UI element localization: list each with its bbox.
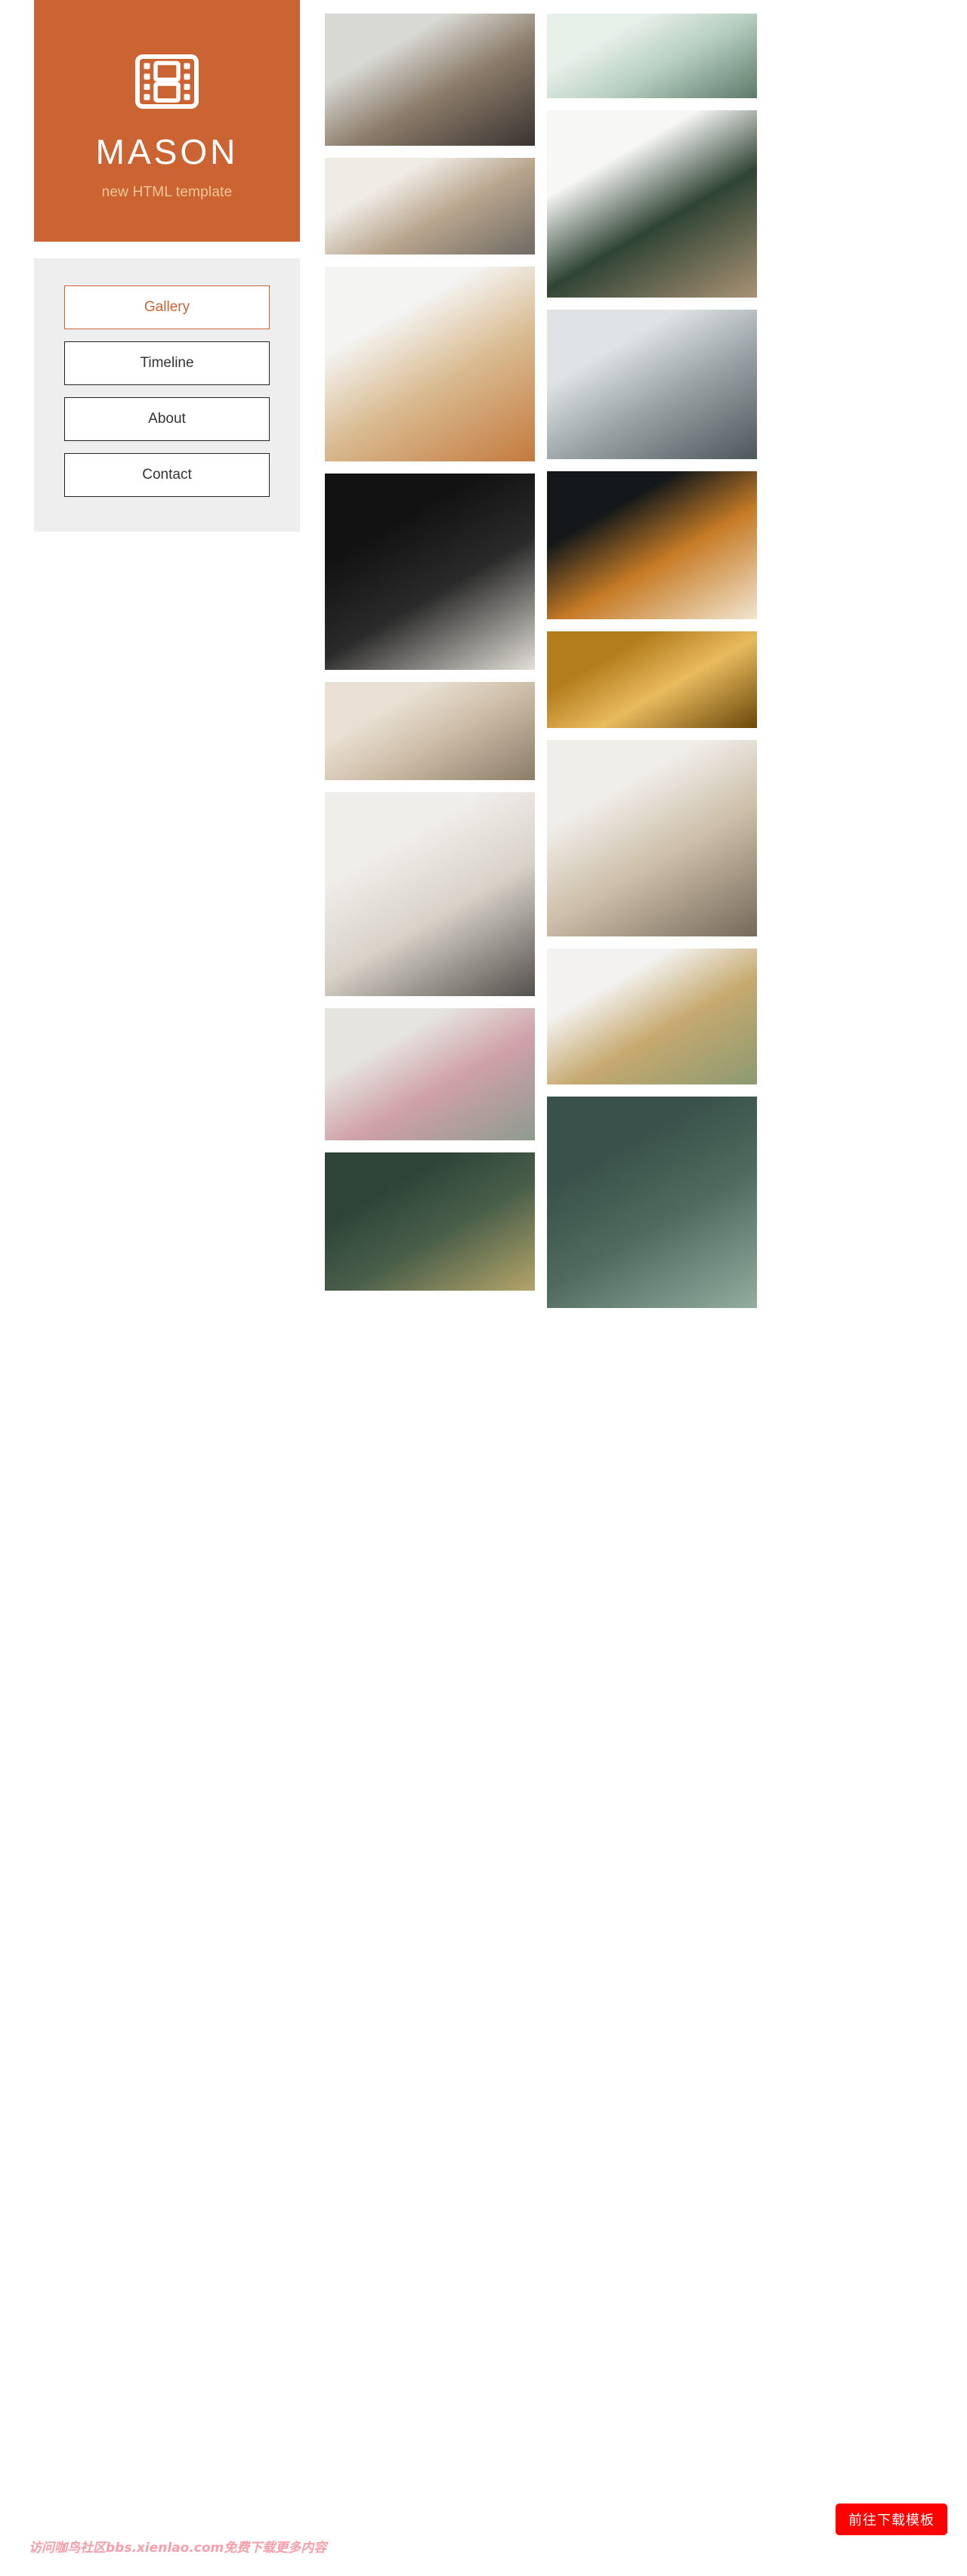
main-navigation: Gallery Timeline About Contact — [34, 258, 300, 532]
site-watermark: 访问咖鸟社区bbs.xienlao.com免费下载更多内容 — [29, 2541, 327, 2556]
gallery-item-succulent-field-closeup[interactable] — [547, 1097, 757, 1308]
gallery-item-golden-bokeh-figures[interactable] — [547, 631, 757, 728]
gallery-image-photo-wall-dining-room — [547, 740, 757, 936]
gallery-image-white-rose-dark — [325, 474, 535, 670]
gallery-item-coffee-shop-jars[interactable] — [325, 14, 535, 146]
gallery-item-office-meeting-room[interactable] — [547, 310, 757, 459]
sidebar: MASON new HTML template Gallery Timeline… — [34, 0, 300, 532]
nav-item-timeline[interactable]: Timeline — [64, 341, 270, 385]
gallery-image-coffee-shop-jars — [325, 14, 535, 146]
gallery-item-succulents-flat-lay[interactable] — [547, 949, 757, 1084]
nav-item-about[interactable]: About — [64, 397, 270, 441]
brand-subtitle: new HTML template — [101, 184, 233, 200]
gallery-item-bright-bedroom-bay-window[interactable] — [325, 682, 535, 780]
gallery-image-latte-art-cup — [325, 267, 535, 461]
gallery-item-white-rose-dark[interactable] — [325, 474, 535, 670]
nav-item-contact[interactable]: Contact — [64, 453, 270, 497]
gallery-item-latte-art-cup[interactable] — [325, 267, 535, 461]
gallery-image-banknote-architecture — [547, 14, 757, 98]
gallery-image-panettone-powdered-sugar — [547, 471, 757, 619]
gallery-item-christmas-wreath-door[interactable] — [325, 1152, 535, 1291]
gallery-column-left — [325, 14, 535, 1291]
gallery-item-desk-laptop-setup[interactable] — [325, 158, 535, 255]
gallery-image-office-meeting-room — [547, 310, 757, 459]
gallery-image-desk-laptop-setup — [325, 158, 535, 255]
gallery-image-christmas-wreath-door — [325, 1152, 535, 1291]
gallery-image-golden-bokeh-figures — [547, 631, 757, 728]
gallery-item-panettone-powdered-sugar[interactable] — [547, 471, 757, 619]
brand-card: MASON new HTML template — [34, 0, 300, 242]
film-strip-icon — [135, 54, 199, 134]
nav-item-gallery[interactable]: Gallery — [64, 285, 270, 329]
download-template-button[interactable]: 前往下载模板 — [836, 2504, 947, 2535]
gallery-item-peony-bouquet-jug[interactable] — [325, 1008, 535, 1140]
gallery-image-peony-bouquet-jug — [325, 1008, 535, 1140]
gallery-image-succulents-flat-lay — [547, 949, 757, 1084]
gallery-image-bright-bedroom-bay-window — [325, 682, 535, 780]
gallery-image-minimal-workspace-lamp — [325, 792, 535, 996]
gallery-item-fiddle-leaf-fig-plant[interactable] — [547, 110, 757, 298]
gallery-item-minimal-workspace-lamp[interactable] — [325, 792, 535, 996]
gallery-image-succulent-field-closeup — [547, 1097, 757, 1308]
gallery-column-right — [547, 14, 757, 1308]
gallery-item-banknote-architecture[interactable] — [547, 14, 757, 98]
gallery-image-fiddle-leaf-fig-plant — [547, 110, 757, 298]
gallery-item-photo-wall-dining-room[interactable] — [547, 740, 757, 936]
gallery-grid — [325, 14, 757, 1308]
brand-title: MASON — [95, 132, 239, 171]
